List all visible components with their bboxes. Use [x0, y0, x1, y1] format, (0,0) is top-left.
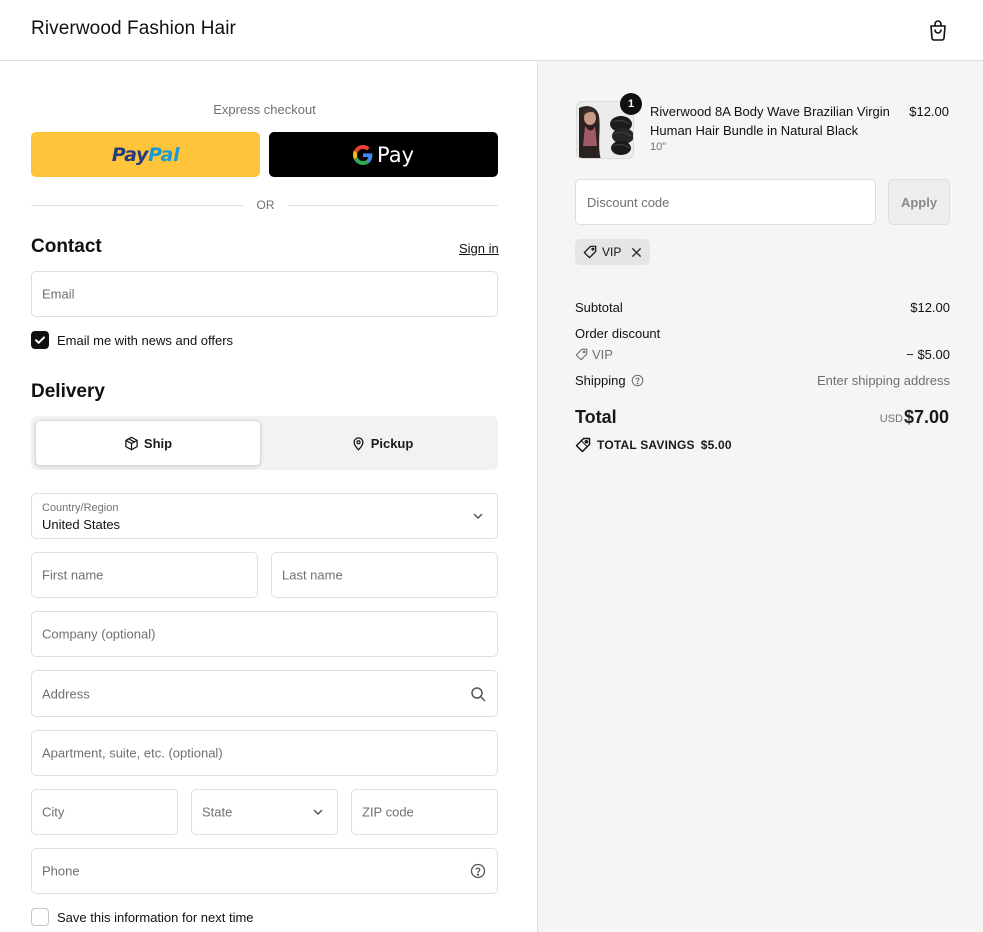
sign-in-link[interactable]: Sign in — [459, 241, 499, 256]
newsletter-label: Email me with news and offers — [57, 332, 234, 348]
country-label: Country/Region — [42, 502, 119, 514]
country-select[interactable]: Country/Region United States — [31, 493, 498, 539]
country-value: United States — [42, 517, 121, 532]
email-placeholder: Email — [42, 286, 75, 302]
savings-tag-icon — [575, 437, 591, 453]
apply-discount-button[interactable]: Apply — [888, 179, 950, 225]
quantity-badge: 1 — [620, 93, 642, 115]
company-placeholder: Company (optional) — [42, 626, 156, 642]
subtotal-row: Subtotal $12.00 — [575, 300, 950, 315]
save-info-label: Save this information for next time — [57, 909, 254, 925]
location-pin-icon — [353, 436, 364, 451]
remove-discount-button[interactable] — [631, 247, 642, 258]
newsletter-checkbox[interactable] — [31, 331, 49, 349]
help-circle-icon[interactable] — [631, 374, 644, 387]
zip-placeholder: ZIP code — [362, 804, 414, 820]
zip-field[interactable]: ZIP code — [351, 789, 498, 835]
search-icon — [471, 686, 486, 701]
shopping-bag-icon[interactable] — [926, 18, 950, 42]
package-icon — [125, 436, 138, 450]
divider-line — [31, 205, 243, 206]
applied-discount-chip: VIP — [575, 239, 651, 265]
first-name-field[interactable]: First name — [31, 552, 258, 598]
subtotal-label: Subtotal — [575, 300, 623, 315]
phone-placeholder: Phone — [42, 863, 80, 879]
or-text: OR — [256, 198, 275, 212]
order-discount-row: Order discount — [575, 326, 950, 341]
last-name-placeholder: Last name — [282, 567, 343, 583]
address-field[interactable]: Address — [31, 670, 498, 717]
express-checkout-label: Express checkout — [213, 102, 316, 117]
discount-code-row: VIP − $5.00 — [575, 347, 950, 362]
shipping-row: Shipping Enter shipping address — [575, 373, 950, 388]
city-field[interactable]: City — [31, 789, 178, 835]
subtotal-value: $12.00 — [910, 300, 950, 315]
chevron-down-icon — [313, 809, 323, 815]
checkmark-icon — [35, 336, 45, 344]
product-variant: 10" — [650, 141, 667, 153]
city-placeholder: City — [42, 804, 65, 820]
help-circle-icon[interactable] — [470, 863, 486, 879]
discount-code-tag: VIP — [575, 347, 950, 362]
apartment-field[interactable]: Apartment, suite, etc. (optional) — [31, 730, 498, 776]
savings-value: $5.00 — [700, 438, 732, 452]
tag-icon — [583, 245, 597, 259]
newsletter-option[interactable]: Email me with news and offers — [31, 331, 233, 349]
company-field[interactable]: Company (optional) — [31, 611, 498, 657]
product-name: Riverwood 8A Body Wave Brazilian Virgin … — [650, 104, 890, 138]
state-select[interactable]: State — [191, 789, 338, 835]
google-pay-label: Pay — [376, 142, 415, 167]
savings-label: TOTAL SAVINGS — [597, 438, 695, 452]
email-field[interactable]: Email — [31, 271, 498, 317]
divider-line — [288, 205, 498, 206]
chevron-down-icon — [473, 513, 483, 519]
tag-icon — [575, 348, 588, 361]
address-placeholder: Address — [42, 686, 90, 701]
paypal-logo: PayPal — [111, 143, 180, 166]
discount-code-name: VIP — [592, 347, 613, 362]
phone-field[interactable]: Phone — [31, 848, 498, 894]
header: Riverwood Fashion Hair — [0, 0, 983, 61]
product-price: $12.00 — [909, 104, 949, 119]
or-divider: OR — [31, 198, 498, 214]
contact-title: Contact — [31, 236, 102, 257]
delivery-title: Delivery — [31, 381, 105, 402]
order-summary: 1 Riverwood 8A Body Wave Brazilian Virgi… — [537, 61, 983, 932]
delivery-method-toggle: Ship Pickup — [31, 416, 498, 470]
discount-placeholder: Discount code — [587, 195, 670, 210]
shipping-value: Enter shipping address — [817, 373, 950, 388]
google-g-icon — [352, 144, 373, 165]
paypal-button[interactable]: PayPal — [31, 132, 260, 177]
save-info-option[interactable]: Save this information for next time — [31, 908, 254, 926]
discount-code-field[interactable]: Discount code — [575, 179, 876, 225]
total-label: Total — [575, 407, 617, 427]
checkout-form: Express checkout PayPal Pay OR Contact S… — [0, 61, 537, 932]
discount-value: − $5.00 — [906, 347, 950, 362]
first-name-placeholder: First name — [42, 567, 104, 583]
total-currency: USD — [879, 413, 903, 425]
order-discount-label: Order discount — [575, 326, 661, 341]
ship-label: Ship — [143, 435, 173, 451]
total-value: $7.00 — [903, 407, 949, 427]
total-savings: TOTAL SAVINGS $5.00 — [575, 437, 732, 453]
last-name-field[interactable]: Last name — [271, 552, 498, 598]
pickup-option[interactable]: Pickup — [269, 420, 495, 466]
close-icon — [632, 247, 642, 257]
save-info-checkbox[interactable] — [31, 908, 49, 926]
pickup-label: Pickup — [370, 435, 414, 451]
applied-code-label: VIP — [602, 245, 622, 259]
shipping-label: Shipping — [575, 373, 626, 388]
apartment-placeholder: Apartment, suite, etc. (optional) — [42, 745, 223, 761]
state-placeholder: State — [202, 804, 233, 820]
google-pay-button[interactable]: Pay — [269, 132, 498, 177]
ship-option[interactable]: Ship — [35, 420, 261, 466]
store-brand[interactable]: Riverwood Fashion Hair — [31, 18, 236, 40]
